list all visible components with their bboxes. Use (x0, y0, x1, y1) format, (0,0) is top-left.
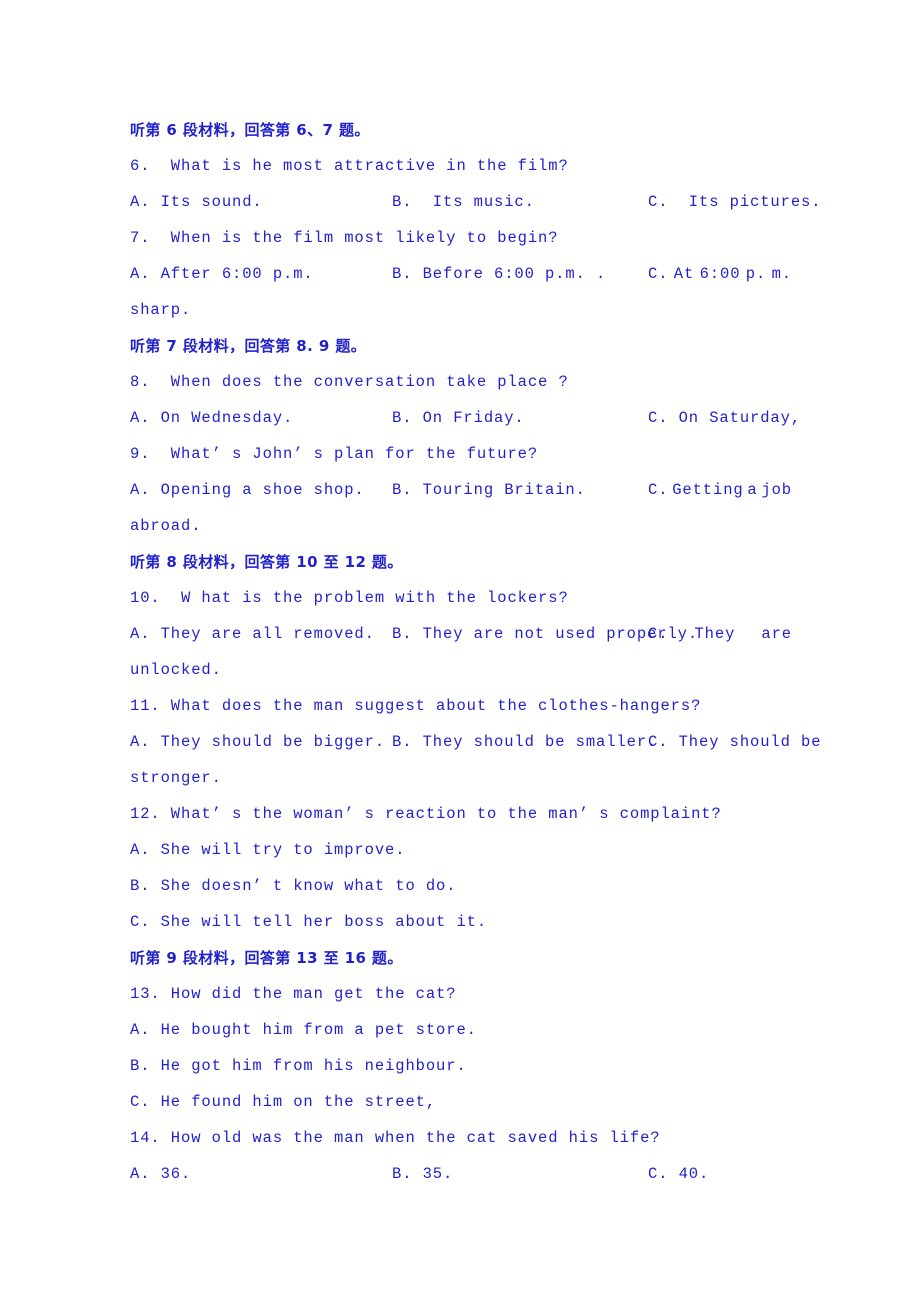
option-9-c[interactable]: C. Getting a job (648, 472, 792, 508)
option-8-a[interactable]: A. On Wednesday. (130, 400, 392, 436)
question-stem-14: 14. How old was the man when the cat sav… (130, 1129, 661, 1147)
option-9-b[interactable]: B. Touring Britain. (392, 472, 648, 508)
option-11-b[interactable]: B. They should be smaller. (392, 724, 656, 760)
option-13-c[interactable]: C. He found him on the street, (130, 1084, 792, 1120)
option-10-c-continuation: unlocked. (130, 661, 222, 679)
option-row-7: A. After 6:00 p.m. B. Before 6:00 p.m. .… (130, 256, 792, 292)
option-word: m. (771, 265, 792, 283)
question-stem-6: 6. What is he most attractive in the fil… (130, 157, 569, 175)
option-word: C. (648, 625, 669, 643)
section-header-13-16: 听第 9 段材料，回答第 13 至 16 题。 (130, 949, 403, 967)
option-word: job (761, 481, 792, 499)
option-row-8: A. On Wednesday. B. On Friday. C. On Sat… (130, 400, 800, 436)
option-row-14: A. 36. B. 35. C. 40. (130, 1156, 792, 1192)
option-6-c[interactable]: C. Its pictures. (648, 184, 821, 220)
option-13-a[interactable]: A. He bought him from a pet store. (130, 1012, 792, 1048)
option-word: They (694, 625, 736, 643)
option-row-11: A. They should be bigger. B. They should… (130, 724, 821, 760)
question-stem-11: 11. What does the man suggest about the … (130, 697, 702, 715)
option-8-b[interactable]: B. On Friday. (392, 400, 648, 436)
option-14-a[interactable]: A. 36. (130, 1156, 392, 1192)
option-13-b[interactable]: B. He got him from his neighbour. (130, 1048, 792, 1084)
option-word: At (673, 265, 695, 283)
question-stem-13: 13. How did the man get the cat? (130, 985, 457, 1003)
option-7-a[interactable]: A. After 6:00 p.m. (130, 256, 392, 292)
option-row-6: A. Its sound. B. Its music. C. Its pictu… (130, 184, 821, 220)
question-stem-9: 9. What’ s John’ s plan for the future? (130, 445, 539, 463)
option-7-c-continuation: sharp. (130, 301, 192, 319)
option-11-c[interactable]: C. They should be (648, 724, 821, 760)
option-7-b[interactable]: B. Before 6:00 p.m. . (392, 256, 648, 292)
question-stem-8: 8. When does the conversation take place… (130, 373, 569, 391)
option-6-b[interactable]: B. Its music. (392, 184, 648, 220)
option-word: a (747, 481, 758, 499)
option-12-b[interactable]: B. She doesn’ t know what to do. (130, 868, 792, 904)
option-12-c[interactable]: C. She will tell her boss about it. (130, 904, 792, 940)
question-stem-10: 10. W hat is the problem with the locker… (130, 589, 569, 607)
option-7-c[interactable]: C. At 6:00 p. m. (648, 256, 792, 292)
option-8-c[interactable]: C. On Saturday, (648, 400, 801, 436)
option-10-b[interactable]: B. They are not used properly. (392, 616, 697, 652)
question-stem-7: 7. When is the film most likely to begin… (130, 229, 559, 247)
section-header-6-7: 听第 6 段材料，回答第 6、7 题。 (130, 121, 370, 139)
option-9-a[interactable]: A. Opening a shoe shop. (130, 472, 392, 508)
option-9-c-continuation: abroad. (130, 517, 202, 535)
option-word: C. (648, 481, 669, 499)
option-word: 6:00 (699, 265, 741, 283)
option-word: are (761, 625, 792, 643)
exam-content: 听第 6 段材料，回答第 6、7 题。 6. What is he most a… (130, 112, 821, 1192)
option-row-10: A. They are all removed. B. They are not… (130, 616, 792, 652)
option-11-a[interactable]: A. They should be bigger. (130, 724, 392, 760)
option-6-a[interactable]: A. Its sound. (130, 184, 392, 220)
section-header-10-12: 听第 8 段材料，回答第 10 至 12 题。 (130, 553, 403, 571)
option-12-a[interactable]: A. She will try to improve. (130, 832, 792, 868)
option-word: C. (648, 265, 669, 283)
option-word: p. (745, 265, 767, 283)
option-row-9: A. Opening a shoe shop. B. Touring Brita… (130, 472, 792, 508)
option-14-b[interactable]: B. 35. (392, 1156, 648, 1192)
section-header-8-9: 听第 7 段材料，回答第 8. 9 题。 (130, 337, 367, 355)
exam-page: 听第 6 段材料，回答第 6、7 题。 6. What is he most a… (0, 0, 920, 1302)
question-stem-12: 12. What’ s the woman’ s reaction to the… (130, 805, 722, 823)
option-14-c[interactable]: C. 40. (648, 1156, 792, 1192)
option-word: Getting (672, 481, 744, 499)
option-10-c[interactable]: C. They are (648, 616, 792, 652)
option-11-c-continuation: stronger. (130, 769, 222, 787)
option-10-a[interactable]: A. They are all removed. (130, 616, 392, 652)
